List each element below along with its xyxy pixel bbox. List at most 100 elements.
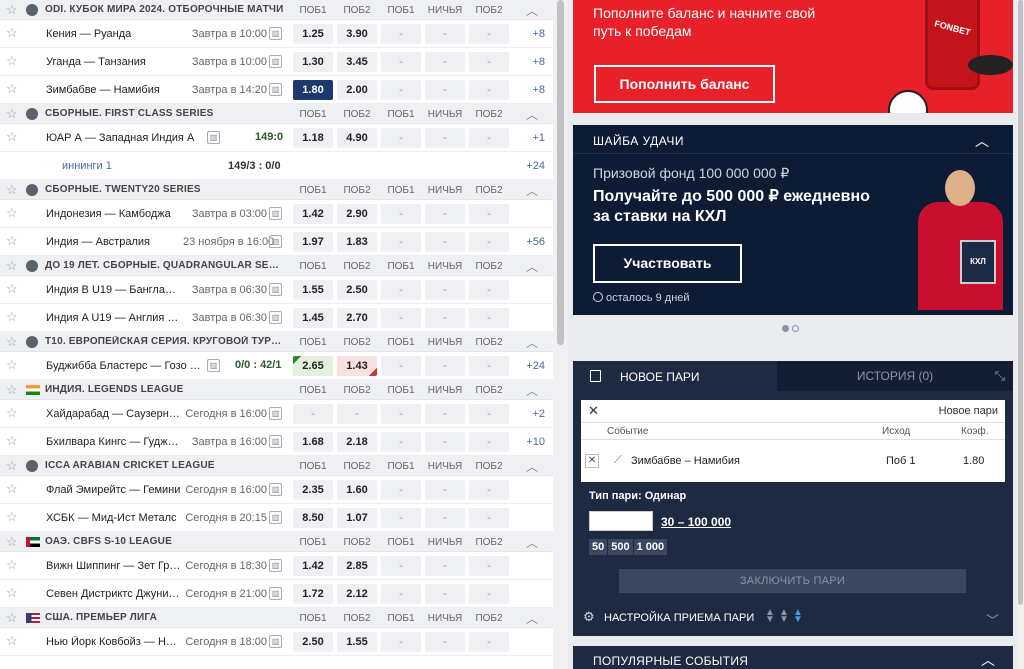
chevron-up-icon[interactable]: ︿	[526, 106, 538, 123]
khl-promo-banner[interactable]: ШАЙБА УДАЧИ ︿ Призовой фонд 100 000 000 …	[573, 125, 1013, 315]
star-icon[interactable]: ☆	[6, 206, 20, 220]
stats-icon[interactable]: ▥	[269, 635, 282, 648]
league-header[interactable]: ☆ США. ПРЕМЬЕР ЛИГА ПОБ1 ПОБ2 ПОБ1 НИЧЬЯ ПОБ2 ︿	[0, 608, 553, 628]
event-row[interactable]: ☆ Бхилвара Кингс — Гуджарат Джайентс Завтр…	[0, 428, 553, 456]
odds-win1[interactable]: 2.65	[293, 356, 333, 376]
star-icon[interactable]: ☆	[6, 282, 20, 296]
collapse-icon[interactable]: ⤡	[995, 368, 1005, 384]
sub-event-row[interactable]: иннинги 1 149/3 : 0/0 +24	[0, 152, 553, 180]
place-bet-button[interactable]: ЗАКЛЮЧИТЬ ПАРИ	[619, 569, 966, 593]
star-icon[interactable]: ☆	[6, 358, 20, 372]
event-name[interactable]: Индия — Австралия	[46, 236, 181, 248]
stats-icon[interactable]: ▥	[269, 55, 282, 68]
tab-new-bet[interactable]: НОВОЕ ПАРИ	[573, 361, 777, 391]
event-row[interactable]: ☆ ЮАР А — Западная Индия А ▥ 149:0 1.18 4.90-…	[0, 124, 553, 152]
event-name[interactable]: Кения — Руанда	[46, 28, 181, 40]
star-icon[interactable]: ☆	[6, 558, 20, 572]
popular-events-header[interactable]: ПОПУЛЯРНЫЕ СОБЫТИЯ ︿	[573, 646, 1013, 669]
stake-input[interactable]	[589, 511, 653, 531]
league-header[interactable]: ☆ ODI. КУБОК МИРА 2024. ОТБОРОЧНЫЕ МАТЧИ П…	[0, 0, 553, 20]
event-row[interactable]: ☆ Нью Йорк Ковбойз — Нью Джерси Сегодня в …	[0, 628, 553, 656]
odds-win2[interactable]: 2.70	[337, 308, 377, 328]
chevron-up-icon[interactable]: ︿	[526, 382, 538, 399]
star-icon[interactable]: ☆	[6, 406, 20, 420]
odds-win1[interactable]: 1.30	[293, 52, 333, 72]
event-row[interactable]: ☆ Индия A U19 — Англия U19 Завтра в 06:30 ▥…	[0, 304, 553, 332]
star-icon[interactable]: ☆	[6, 82, 20, 96]
star-icon[interactable]: ☆	[6, 459, 20, 473]
page-scrollbar[interactable]	[1017, 0, 1024, 669]
event-row[interactable]: ☆ Буджибба Бластерс — Гозо Зорайс▥ 0/0 : 4…	[0, 352, 553, 380]
event-name[interactable]: Индонезия — Камбоджа	[46, 208, 181, 220]
more-markets-link[interactable]: +8	[510, 56, 545, 68]
star-icon[interactable]: ☆	[6, 54, 20, 68]
chevron-up-icon[interactable]: ︿	[526, 182, 538, 199]
odds-win1[interactable]: 1.55	[293, 280, 333, 300]
event-row[interactable]: ☆ Зимбабве — Намибия Завтра в 14:20 ▥ 1.80 2.…	[0, 76, 553, 104]
star-icon[interactable]: ☆	[6, 434, 20, 448]
promo-header[interactable]: ШАЙБА УДАЧИ ︿	[573, 125, 1013, 154]
quick-stake-button[interactable]: 1 000	[633, 539, 668, 555]
league-header[interactable]: ☆ СБОРНЫЕ. FIRST CLASS SERIES ПОБ1 ПОБ2 ПОБ1…	[0, 104, 553, 124]
event-name[interactable]: Вижн Шиппинг — Зет Гриффинс	[46, 560, 181, 572]
stake-range[interactable]: 30 – 100 000	[661, 515, 731, 529]
carousel-dot[interactable]	[792, 325, 799, 332]
more-markets-link[interactable]: +56	[510, 236, 545, 248]
event-name[interactable]: Севен Дистриктс Джуниорс	[46, 588, 181, 600]
stats-icon[interactable]: ▥	[269, 207, 282, 220]
stats-icon[interactable]: ▥	[269, 483, 282, 496]
league-header[interactable]: ☆ ИНДИЯ. LEGENDS LEAGUE ПОБ1 ПОБ2 ПОБ1 НИЧЬЯ П…	[0, 380, 553, 400]
star-icon[interactable]: ☆	[6, 183, 20, 197]
event-row[interactable]: ☆ ХСБК — Мид-Ист Металс Сегодня в 20:15 ▥ 8.…	[0, 504, 553, 532]
star-icon[interactable]: ☆	[6, 482, 20, 496]
chevron-up-icon[interactable]: ︿	[526, 334, 538, 351]
deposit-button[interactable]: Пополнить баланс	[594, 65, 775, 103]
chevron-up-icon[interactable]: ︿	[526, 258, 538, 275]
chevron-up-icon[interactable]: ︿	[526, 2, 538, 19]
odds-win1[interactable]: 1.42	[293, 556, 333, 576]
stats-icon[interactable]: ▥	[207, 359, 220, 372]
carousel-dots[interactable]	[782, 323, 802, 335]
scrollbar-thumb[interactable]	[557, 0, 564, 345]
more-markets-link[interactable]: +24	[510, 360, 545, 372]
star-icon[interactable]: ☆	[6, 586, 20, 600]
more-markets-link[interactable]: +8	[510, 84, 545, 96]
star-icon[interactable]: ☆	[6, 234, 20, 248]
star-icon[interactable]: ☆	[6, 383, 20, 397]
events-scrollbar[interactable]	[553, 0, 568, 669]
chevron-up-icon[interactable]: ︿	[981, 650, 995, 669]
event-row[interactable]: ☆ Вижн Шиппинг — Зет Гриффинс Сегодня в 18…	[0, 552, 553, 580]
odds-win1[interactable]: -	[293, 404, 333, 424]
odds-win2[interactable]: 4.90	[337, 128, 377, 148]
star-icon[interactable]: ☆	[6, 310, 20, 324]
more-markets-link[interactable]: +10	[510, 436, 545, 448]
star-icon[interactable]: ☆	[6, 107, 20, 121]
event-row[interactable]: ☆ Хайдарабад — Саузерн Суперстарс Сегодня …	[0, 400, 553, 428]
more-markets-link[interactable]: +2	[510, 408, 545, 420]
event-name[interactable]: Уганда — Танзания	[46, 56, 181, 68]
odds-win2[interactable]: 1.83	[337, 232, 377, 252]
star-icon[interactable]: ☆	[6, 634, 20, 648]
participate-button[interactable]: Участвовать	[593, 244, 742, 283]
event-row[interactable]: ☆ Флай Эмирейтс — Гемини Сегодня в 16:00 ▥ 2…	[0, 476, 553, 504]
star-icon[interactable]: ☆	[6, 510, 20, 524]
chevron-up-icon[interactable]: ︿	[526, 610, 538, 627]
star-icon[interactable]: ☆	[6, 26, 20, 40]
event-name[interactable]: Буджибба Бластерс — Гозо Зорайс	[46, 360, 206, 372]
carousel-dot[interactable]	[782, 325, 789, 332]
league-header[interactable]: ☆ T10. ЕВРОПЕЙСКАЯ СЕРИЯ. КРУГОВОЙ ТУРНИР…	[0, 332, 553, 352]
stats-icon[interactable]: ▥	[269, 311, 282, 324]
odds-win1[interactable]: 1.68	[293, 432, 333, 452]
more-markets-link[interactable]: +1	[510, 132, 545, 144]
event-row[interactable]: ☆ Индия — Австралия 23 ноября в 16:00 ▥ 1.97…	[0, 228, 553, 256]
odds-win1[interactable]: 1.18	[293, 128, 333, 148]
chevron-down-icon[interactable]: ﹀	[986, 610, 999, 629]
odds-win1[interactable]: 1.72	[293, 584, 333, 604]
event-name[interactable]: Зимбабве — Намибия	[46, 84, 181, 96]
scrollbar-thumb[interactable]	[1018, 0, 1023, 605]
event-name[interactable]: Нью Йорк Ковбойз — Нью Джерси	[46, 636, 181, 648]
stats-icon[interactable]: ▥	[269, 27, 282, 40]
odds-win2[interactable]: 2.90	[337, 204, 377, 224]
odds-win1[interactable]: 1.25	[293, 24, 333, 44]
event-name[interactable]: ЮАР А — Западная Индия А	[46, 132, 206, 144]
